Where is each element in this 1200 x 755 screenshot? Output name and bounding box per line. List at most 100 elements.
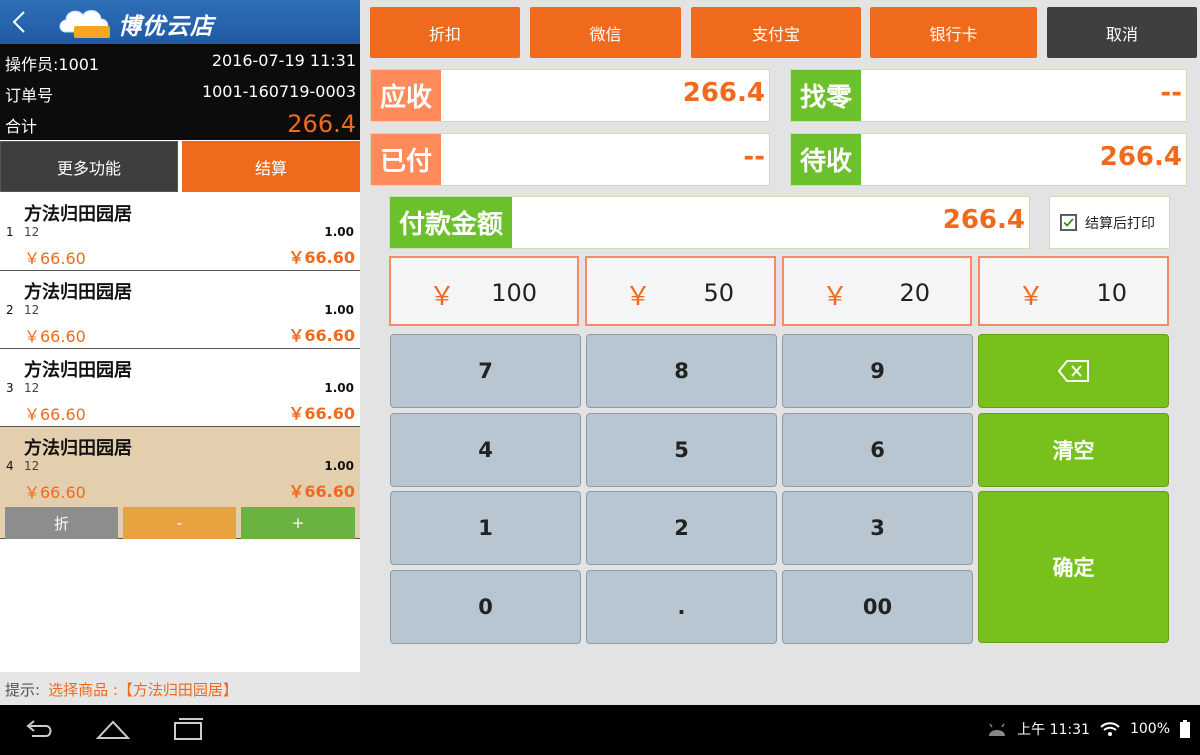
checkbox-checked-icon (1060, 214, 1077, 231)
cloud-pos-logo-icon (59, 10, 110, 38)
order-panel: 博优云店 操作员:1001 2016-07-19 11:31 订单号 1001-… (0, 0, 360, 705)
list-item-selected[interactable]: 方法归田园居 4 12 1.00 ￥66.60 ￥66.60 折 - + (0, 427, 360, 539)
item-plus-button[interactable]: + (241, 507, 355, 539)
print-after-label: 结算后打印 (1085, 215, 1155, 232)
receivable-field: 应收 266.4 (370, 69, 770, 122)
keypad-3[interactable]: 3 (782, 491, 973, 565)
clear-button[interactable]: 清空 (978, 413, 1169, 487)
nav-back-icon[interactable] (22, 714, 56, 744)
discount-button[interactable]: 折扣 (370, 7, 520, 58)
item-price: ￥66.60 (24, 249, 86, 268)
list-item[interactable]: 方法归田园居 3 12 1.00 ￥66.60 ￥66.60 (0, 349, 360, 427)
tip-text: 选择商品 :【方法归田园居】 (48, 681, 238, 699)
list-item[interactable]: 方法归田园居 1 12 1.00 ￥66.60 ￥66.60 (0, 193, 360, 271)
item-spec: 12 (24, 225, 40, 239)
item-spec: 12 (24, 459, 40, 473)
total-value: 266.4 (287, 110, 356, 138)
pending-label: 待收 (791, 134, 861, 185)
keypad-0[interactable]: 0 (390, 570, 581, 644)
item-qty: 1.00 (324, 459, 354, 473)
confirm-button[interactable]: 确定 (978, 491, 1169, 643)
keypad-4[interactable]: 4 (390, 413, 581, 487)
pay-amount-value: 266.4 (942, 205, 1025, 235)
item-name: 方法归田园居 (24, 204, 132, 225)
status-time: 上午 11:31 (1017, 722, 1090, 738)
battery-icon (1180, 720, 1190, 738)
item-index: 3 (6, 381, 14, 395)
wifi-icon (1100, 722, 1120, 736)
tip-label: 提示: (5, 681, 41, 699)
settle-button[interactable]: 结算 (182, 141, 360, 192)
item-price: ￥66.60 (24, 405, 86, 424)
order-datetime: 2016-07-19 11:31 (211, 51, 356, 70)
list-item[interactable]: 方法归田园居 2 12 1.00 ￥66.60 ￥66.60 (0, 271, 360, 349)
backspace-icon (1057, 360, 1089, 382)
title-bar: 博优云店 (0, 0, 360, 44)
quick-amount-10[interactable]: ￥ 10 (978, 256, 1169, 326)
paid-label: 已付 (371, 134, 441, 185)
bankcard-button[interactable]: 银行卡 (870, 7, 1037, 58)
quick-amount-value: 50 (703, 279, 734, 307)
cancel-button[interactable]: 取消 (1047, 7, 1197, 58)
system-nav-bar: 上午 11:31 100% (0, 705, 1200, 755)
payment-panel: 折扣 微信 支付宝 银行卡 取消 应收 266.4 找零 -- 已付 -- 待收… (360, 0, 1200, 705)
quick-amount-value: 10 (1096, 279, 1127, 307)
keypad-dot[interactable]: . (586, 570, 777, 644)
paid-value: -- (743, 142, 765, 172)
operator-row: 操作员:1001 2016-07-19 11:31 (0, 46, 360, 76)
keypad-8[interactable]: 8 (586, 334, 777, 408)
status-bar: 上午 11:31 100% (987, 719, 1190, 739)
quick-amount-value: 20 (899, 279, 930, 307)
change-label: 找零 (791, 70, 861, 121)
alipay-button[interactable]: 支付宝 (691, 7, 861, 58)
quick-amount-100[interactable]: ￥ 100 (389, 256, 579, 326)
item-index: 4 (6, 459, 14, 473)
receivable-label: 应收 (371, 70, 441, 121)
paid-field: 已付 -- (370, 133, 770, 186)
change-field: 找零 -- (790, 69, 1187, 122)
quick-amount-value: 100 (491, 279, 537, 307)
more-functions-button[interactable]: 更多功能 (0, 141, 178, 192)
yen-icon: ￥ (822, 282, 849, 312)
item-index: 2 (6, 303, 14, 317)
pay-amount-field[interactable]: 付款金额 266.4 (389, 196, 1030, 249)
keypad-1[interactable]: 1 (390, 491, 581, 565)
keypad-2[interactable]: 2 (586, 491, 777, 565)
item-spec: 12 (24, 303, 40, 317)
backspace-button[interactable] (978, 334, 1169, 408)
item-qty: 1.00 (324, 225, 354, 239)
total-row: 合计 266.4 (0, 108, 360, 138)
quick-amount-20[interactable]: ￥ 20 (782, 256, 972, 326)
yen-icon: ￥ (1018, 282, 1045, 312)
order-number-label: 订单号 (5, 86, 54, 105)
item-subtotal: ￥66.60 (288, 326, 355, 345)
yen-icon: ￥ (429, 282, 456, 312)
item-discount-button[interactable]: 折 (5, 507, 118, 539)
print-after-checkbox[interactable]: 结算后打印 (1049, 196, 1170, 249)
order-number-row: 订单号 1001-160719-0003 (0, 77, 360, 107)
back-arrow-icon[interactable] (9, 9, 31, 35)
item-index: 1 (6, 225, 14, 239)
keypad-00[interactable]: 00 (782, 570, 973, 644)
pending-value: 266.4 (1099, 142, 1182, 172)
item-qty: 1.00 (324, 303, 354, 317)
yen-icon: ￥ (625, 282, 652, 312)
item-qty: 1.00 (324, 381, 354, 395)
operator-label: 操作员:1001 (5, 55, 100, 74)
pending-field: 待收 266.4 (790, 133, 1187, 186)
item-subtotal: ￥66.60 (288, 248, 355, 267)
keypad-7[interactable]: 7 (390, 334, 581, 408)
item-name: 方法归田园居 (24, 360, 132, 381)
nav-home-icon[interactable] (95, 714, 131, 744)
item-minus-button[interactable]: - (123, 507, 236, 539)
tip-bar: 提示: 选择商品 :【方法归田园居】 (0, 672, 360, 705)
keypad-5[interactable]: 5 (586, 413, 777, 487)
quick-amount-50[interactable]: ￥ 50 (585, 256, 776, 326)
item-name: 方法归田园居 (24, 282, 132, 303)
keypad-9[interactable]: 9 (782, 334, 973, 408)
item-subtotal: ￥66.60 (288, 404, 355, 423)
wechat-pay-button[interactable]: 微信 (530, 7, 681, 58)
nav-recents-icon[interactable] (172, 714, 206, 744)
keypad-6[interactable]: 6 (782, 413, 973, 487)
battery-percent: 100% (1129, 721, 1170, 737)
